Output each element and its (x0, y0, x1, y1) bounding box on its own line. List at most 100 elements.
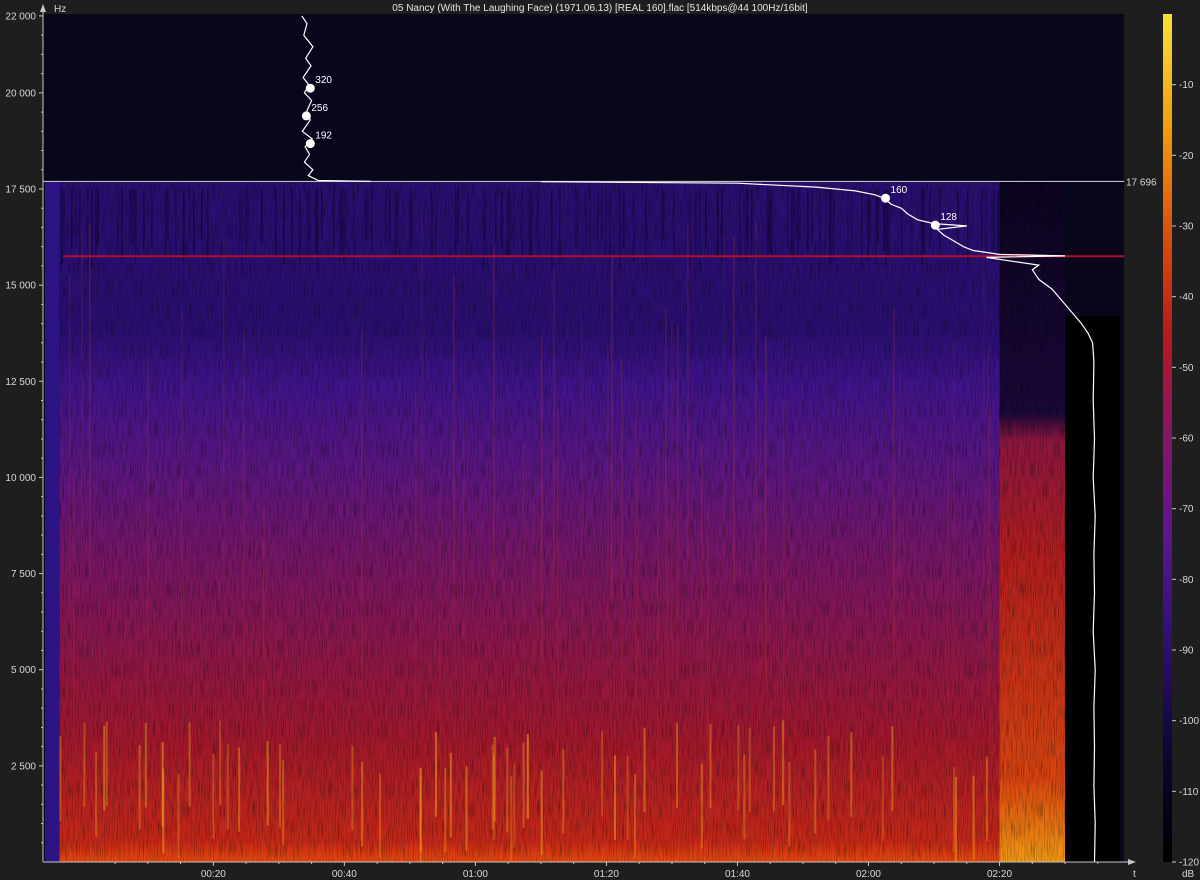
dark-streak (95, 189, 97, 261)
y-axis-arrow (40, 4, 46, 12)
harmonic-streak (737, 725, 740, 811)
bright-streak (581, 318, 583, 665)
dark-streak (793, 189, 795, 267)
bitrate-marker-dot (301, 111, 311, 121)
harmonic-streak (83, 722, 86, 807)
dark-streak (695, 189, 697, 261)
bright-streak (657, 450, 659, 797)
dark-streak (307, 189, 309, 257)
dark-streak (275, 189, 277, 257)
dark-streak (847, 189, 849, 257)
harmonic-streak (212, 753, 215, 839)
bright-streak (453, 277, 455, 624)
y-tick-label: 10 000 (5, 473, 36, 484)
dark-streak (133, 189, 135, 247)
harmonic-streak (881, 756, 884, 841)
bright-streak (637, 451, 639, 798)
bright-streak (755, 221, 757, 568)
harmonic-streak (226, 744, 229, 829)
bright-streak (783, 398, 785, 745)
dark-streak (495, 189, 497, 243)
bright-streak (557, 406, 559, 753)
dark-streak (129, 189, 131, 244)
dark-streak (769, 189, 771, 253)
harmonic-streak (506, 747, 509, 833)
dark-streak (577, 189, 579, 248)
bright-streak (733, 236, 735, 583)
dark-streak (875, 189, 877, 265)
dark-streak (513, 189, 515, 248)
dark-streak (825, 189, 827, 250)
bright-streak (765, 337, 767, 684)
bitrate-marker-label: 320 (315, 75, 332, 86)
bitrate-marker-dot (881, 193, 891, 203)
harmonic-streak (59, 736, 62, 821)
dark-streak (339, 189, 341, 261)
bright-streak (493, 246, 495, 593)
dark-streak (807, 189, 809, 251)
dark-streak (811, 189, 813, 246)
dark-streak (575, 189, 577, 250)
harmonic-streak (743, 754, 746, 840)
harmonic-streak (634, 774, 637, 859)
harmonic-streak (643, 727, 646, 813)
dark-streak (411, 189, 413, 247)
bright-streak (81, 227, 83, 575)
dark-streak (967, 189, 969, 267)
bright-streak (947, 454, 949, 801)
dark-streak (747, 189, 749, 250)
dark-streak (397, 189, 399, 246)
harmonic-streak (814, 749, 817, 834)
harmonic-streak (105, 721, 108, 807)
y-tick-label: 2 500 (11, 761, 36, 772)
dark-streak (771, 189, 773, 256)
dark-streak (261, 189, 263, 243)
colorbar-tick-label: -70 (1179, 504, 1194, 515)
dark-streak (239, 189, 241, 244)
dark-streak (395, 189, 397, 254)
harmonic-streak (788, 762, 791, 847)
x-tick-label: 01:00 (463, 869, 488, 880)
dark-streak (877, 189, 879, 245)
dark-streak (75, 189, 77, 248)
dark-streak (485, 189, 487, 257)
bright-streak (621, 358, 623, 705)
harmonic-streak (748, 727, 751, 813)
dark-streak (291, 189, 293, 256)
harmonic-streak (379, 773, 381, 859)
colorbar-tick-label: -110 (1179, 787, 1199, 798)
plot-area: 320 256 192 160 128 (43, 14, 1124, 863)
dark-streak (991, 189, 993, 253)
bright-streak (73, 470, 75, 817)
dark-streak (799, 189, 801, 247)
dark-streak (529, 189, 531, 257)
bright-streak (983, 241, 985, 588)
dark-streak (537, 189, 539, 247)
bitrate-marker-label: 192 (315, 131, 332, 142)
dark-streak (509, 189, 511, 255)
colorbar-tick-label: -60 (1179, 434, 1194, 445)
harmonic-streak (510, 775, 513, 861)
dark-streak (673, 189, 675, 255)
bright-streak (665, 307, 667, 654)
dark-streak (117, 189, 119, 256)
harmonic-streak (709, 723, 712, 809)
bright-streak (181, 308, 183, 656)
dark-streak (929, 189, 931, 250)
dark-streak (597, 189, 599, 243)
x-axis-arrow (1128, 859, 1136, 865)
bitrate-marker-label: 256 (311, 103, 328, 114)
dark-streak (921, 189, 923, 265)
harmonic-streak (161, 742, 164, 827)
y-tick-label: 5 000 (11, 665, 36, 676)
harmonic-streak (449, 752, 452, 838)
dark-streak (797, 189, 799, 258)
dark-streak (167, 189, 169, 240)
harmonic-streak (103, 725, 106, 811)
dark-streak (207, 189, 209, 266)
harmonic-streak (492, 754, 495, 840)
harmonic-streak (972, 775, 975, 861)
x-tick-label: 01:20 (594, 869, 619, 880)
dark-streak (189, 189, 191, 244)
harmonic-streak (773, 726, 775, 812)
